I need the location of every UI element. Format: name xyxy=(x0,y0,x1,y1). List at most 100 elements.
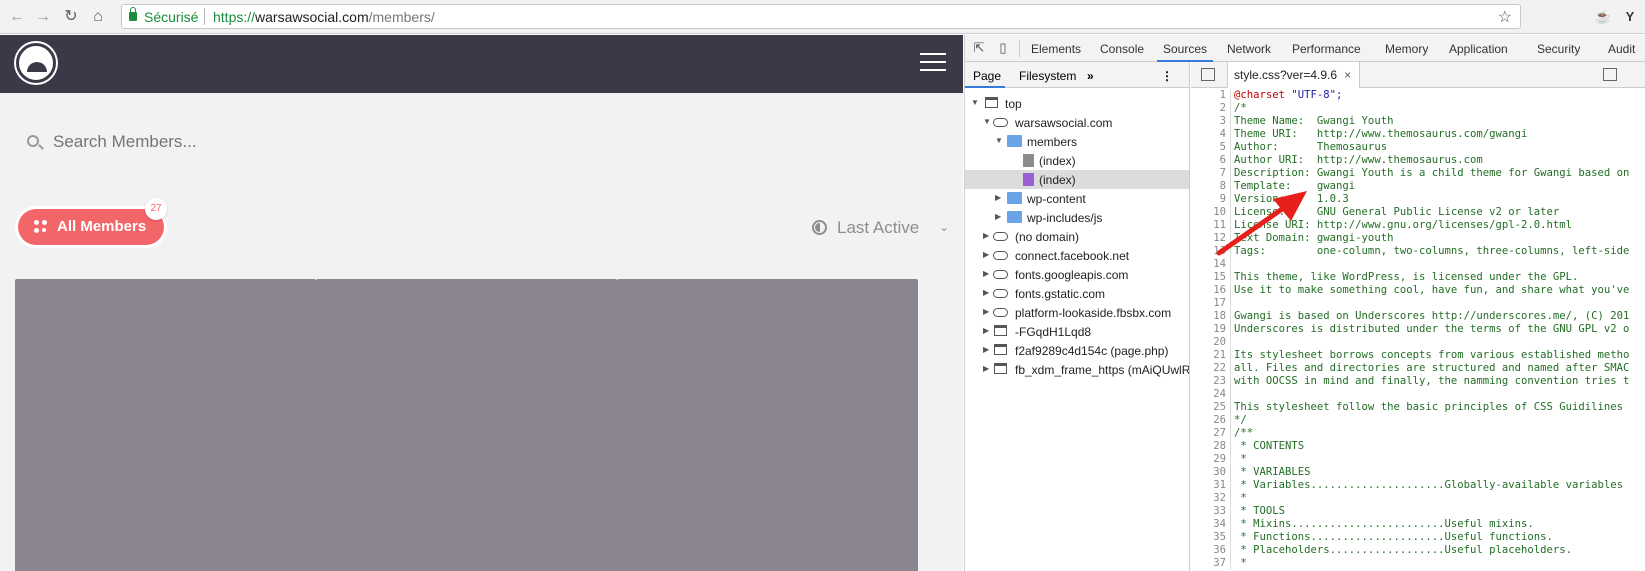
close-tab-icon[interactable]: × xyxy=(1344,68,1351,82)
line-number[interactable]: 36 xyxy=(1191,544,1226,557)
tab-memory[interactable]: Memory xyxy=(1385,42,1428,56)
tab-filesystem[interactable]: Filesystem xyxy=(1019,69,1076,83)
device-toolbar-icon[interactable]: ▯ xyxy=(995,40,1011,56)
tree-item-domain[interactable]: ▶ connect.facebook.net xyxy=(965,246,1189,265)
tab-console[interactable]: Console xyxy=(1100,42,1144,56)
tab-sources[interactable]: Sources xyxy=(1163,42,1207,56)
site-logo[interactable] xyxy=(16,43,56,83)
all-members-filter-button[interactable]: All Members xyxy=(18,209,164,245)
tree-item-frame[interactable]: ▶ fb_xdm_frame_https (mAiQUwlRel xyxy=(965,360,1189,379)
tab-security[interactable]: Security xyxy=(1537,42,1580,56)
line-number[interactable]: 31 xyxy=(1191,479,1226,492)
tree-item-file[interactable]: (index) xyxy=(965,151,1189,170)
tab-audits[interactable]: Audit xyxy=(1608,42,1635,56)
file-icon xyxy=(1023,173,1034,186)
frame-icon xyxy=(994,325,1007,336)
line-number[interactable]: 23 xyxy=(1191,375,1226,388)
tree-item-frame[interactable]: ▶ -FGqdH1Lqd8 xyxy=(965,322,1189,341)
reload-icon[interactable]: ↻ xyxy=(60,6,82,28)
line-number[interactable]: 22 xyxy=(1191,362,1226,375)
line-number[interactable]: 19 xyxy=(1191,323,1226,336)
line-number[interactable]: 33 xyxy=(1191,505,1226,518)
tree-item-domain[interactable]: ▶ fonts.googleapis.com xyxy=(965,265,1189,284)
line-number[interactable]: 1 xyxy=(1191,89,1226,102)
expand-arrow-icon[interactable]: ▼ xyxy=(995,136,1003,145)
tree-item-file-selected[interactable]: (index) xyxy=(965,170,1189,189)
collapsed-arrow-icon[interactable]: ▶ xyxy=(983,345,989,354)
tree-item-folder[interactable]: ▼ members xyxy=(965,132,1189,151)
inspect-element-icon[interactable]: ⇱ xyxy=(971,40,987,56)
line-number[interactable]: 7 xyxy=(1191,167,1226,180)
line-number[interactable]: 20 xyxy=(1191,336,1226,349)
url-text[interactable]: https://warsawsocial.com/members/ xyxy=(213,9,435,25)
profile-y-icon[interactable]: Y xyxy=(1621,8,1639,26)
line-number[interactable]: 34 xyxy=(1191,518,1226,531)
line-number[interactable]: 25 xyxy=(1191,401,1226,414)
member-card[interactable] xyxy=(316,279,617,571)
line-number[interactable]: 6 xyxy=(1191,154,1226,167)
line-number[interactable]: 14 xyxy=(1191,258,1226,271)
collapsed-arrow-icon[interactable]: ▶ xyxy=(995,193,1001,202)
hamburger-menu-icon[interactable] xyxy=(920,53,946,73)
line-number[interactable]: 30 xyxy=(1191,466,1226,479)
back-arrow-icon[interactable]: ← xyxy=(6,6,28,28)
tree-item-domain[interactable]: ▶ (no domain) xyxy=(965,227,1189,246)
toggle-navigator-icon[interactable] xyxy=(1201,68,1215,81)
line-number[interactable]: 3 xyxy=(1191,115,1226,128)
code-lines[interactable]: @charset "UTF-8";/* Theme Name: Gwangi Yo… xyxy=(1234,89,1629,570)
tab-network[interactable]: Network xyxy=(1227,42,1271,56)
tree-item-domain[interactable]: ▶ fonts.gstatic.com xyxy=(965,284,1189,303)
tree-item-domain[interactable]: ▼ warsawsocial.com xyxy=(965,113,1189,132)
line-number[interactable]: 37 xyxy=(1191,557,1226,570)
line-number[interactable]: 21 xyxy=(1191,349,1226,362)
bookmark-star-icon[interactable]: ☆ xyxy=(1498,7,1512,27)
line-number[interactable]: 27 xyxy=(1191,427,1226,440)
tree-item-folder[interactable]: ▶ wp-content xyxy=(965,189,1189,208)
collapsed-arrow-icon[interactable]: ▶ xyxy=(983,231,989,240)
tree-item-top[interactable]: ▼ top xyxy=(965,94,1189,113)
collapsed-arrow-icon[interactable]: ▶ xyxy=(983,250,989,259)
all-members-label: All Members xyxy=(57,218,147,235)
line-number[interactable]: 26 xyxy=(1191,414,1226,427)
toolbar-separator xyxy=(1019,40,1020,57)
line-number[interactable]: 16 xyxy=(1191,284,1226,297)
line-number[interactable]: 2 xyxy=(1191,102,1226,115)
line-number[interactable]: 35 xyxy=(1191,531,1226,544)
forward-arrow-icon[interactable]: → xyxy=(32,6,54,28)
tab-elements[interactable]: Elements xyxy=(1031,42,1081,56)
collapsed-arrow-icon[interactable]: ▶ xyxy=(983,364,989,373)
extension-cup-icon[interactable]: ☕ xyxy=(1594,8,1612,26)
line-number[interactable]: 15 xyxy=(1191,271,1226,284)
line-number[interactable]: 28 xyxy=(1191,440,1226,453)
address-bar[interactable]: Sécurisé https://warsawsocial.com/member… xyxy=(121,4,1521,29)
tab-performance[interactable]: Performance xyxy=(1292,42,1361,56)
search-members-input[interactable] xyxy=(53,129,453,155)
collapsed-arrow-icon[interactable]: ▶ xyxy=(983,269,989,278)
line-number[interactable]: 24 xyxy=(1191,388,1226,401)
collapsed-arrow-icon[interactable]: ▶ xyxy=(983,288,989,297)
line-number[interactable]: 29 xyxy=(1191,453,1226,466)
member-card[interactable] xyxy=(15,279,316,571)
line-number[interactable]: 17 xyxy=(1191,297,1226,310)
more-options-icon[interactable]: ⋮ xyxy=(1161,69,1173,83)
member-card[interactable] xyxy=(617,279,918,571)
collapsed-arrow-icon[interactable]: ▶ xyxy=(983,307,989,316)
collapsed-arrow-icon[interactable]: ▶ xyxy=(983,326,989,335)
expand-arrow-icon[interactable]: ▼ xyxy=(971,98,979,107)
tree-item-folder[interactable]: ▶ wp-includes/js xyxy=(965,208,1189,227)
code-line: */ xyxy=(1234,414,1247,426)
line-number[interactable]: 5 xyxy=(1191,141,1226,154)
tree-item-frame[interactable]: ▶ f2af9289c4d154c (page.php) xyxy=(965,341,1189,360)
more-tabs-chevron-icon[interactable]: » xyxy=(1087,69,1094,83)
line-number[interactable]: 18 xyxy=(1191,310,1226,323)
expand-arrow-icon[interactable]: ▼ xyxy=(983,117,991,126)
tree-item-domain[interactable]: ▶ platform-lookaside.fbsbx.com xyxy=(965,303,1189,322)
editor-tab-style-css[interactable]: style.css?ver=4.9.6 × xyxy=(1227,62,1361,88)
tab-page[interactable]: Page xyxy=(973,69,1001,83)
line-number[interactable]: 4 xyxy=(1191,128,1226,141)
line-number[interactable]: 32 xyxy=(1191,492,1226,505)
toggle-debugger-icon[interactable] xyxy=(1603,68,1617,81)
tab-application[interactable]: Application xyxy=(1449,42,1508,56)
collapsed-arrow-icon[interactable]: ▶ xyxy=(995,212,1001,221)
home-icon[interactable]: ⌂ xyxy=(87,6,109,28)
